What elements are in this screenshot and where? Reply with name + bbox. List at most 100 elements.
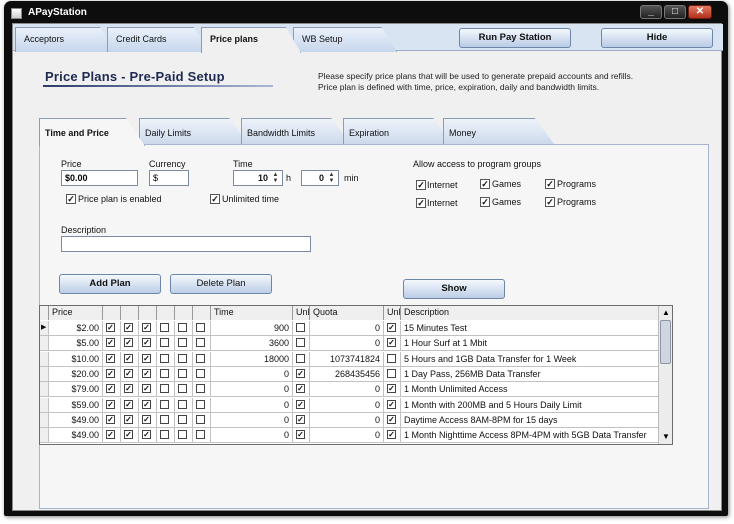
title-bar[interactable]: APayStation _ □ ✕ [4, 1, 728, 25]
cell-checkbox[interactable]: ✓ [139, 397, 157, 413]
cell-description[interactable]: 1 Month with 200MB and 5 Hours Daily Lim… [401, 397, 660, 413]
unchecked-checkbox[interactable] [196, 338, 205, 348]
cell-checkbox[interactable] [157, 366, 175, 382]
checked-checkbox[interactable]: ✓ [106, 323, 115, 332]
cell-checkbox[interactable]: ✓ [121, 351, 139, 367]
hours-stepper[interactable]: 10 ▲ ▼ [233, 170, 283, 186]
cell-checkbox[interactable] [157, 351, 175, 367]
checked-checkbox[interactable]: ✓ [296, 384, 305, 394]
cell-checkbox[interactable] [175, 428, 193, 444]
cell-checkbox[interactable]: ✓ [139, 412, 157, 428]
col-time-unl-header[interactable]: Unl [293, 306, 310, 320]
checked-checkbox[interactable]: ✓ [142, 384, 151, 394]
col-quota-unl-header[interactable]: Unl [384, 306, 401, 320]
cell-checkbox[interactable] [193, 366, 211, 382]
cell-checkbox[interactable] [175, 351, 193, 367]
checked-checkbox[interactable]: ✓ [387, 338, 396, 348]
cell-checkbox[interactable]: ✓ [139, 351, 157, 367]
checked-checkbox[interactable]: ✓ [296, 368, 305, 378]
cell-checkbox[interactable]: ✓ [121, 397, 139, 413]
cell-description[interactable]: 15 Minutes Test [401, 321, 660, 336]
tab-expiration[interactable]: Expiration [343, 118, 453, 145]
cell-checkbox[interactable]: ✓ [103, 336, 121, 352]
unchecked-checkbox[interactable] [160, 399, 169, 409]
checked-checkbox[interactable]: ✓ [387, 323, 396, 332]
unchecked-checkbox[interactable] [160, 323, 169, 332]
unchecked-checkbox[interactable] [196, 384, 205, 394]
minimize-button[interactable]: _ [640, 5, 662, 19]
cell-quota[interactable]: 0 [310, 397, 384, 413]
checked-checkbox[interactable]: ✓ [142, 414, 151, 424]
minutes-stepper[interactable]: 0 ▲ ▼ [301, 170, 339, 186]
cell-checkbox[interactable] [193, 382, 211, 398]
row-indicator[interactable] [40, 336, 49, 352]
cell-checkbox[interactable] [175, 412, 193, 428]
scroll-down-icon[interactable]: ▼ [660, 431, 672, 443]
unchecked-checkbox[interactable] [196, 368, 205, 378]
checked-checkbox[interactable]: ✓ [106, 353, 115, 363]
unchecked-checkbox[interactable] [178, 384, 187, 394]
cell-checkbox[interactable]: ✓ [103, 397, 121, 413]
unchecked-checkbox[interactable] [178, 368, 187, 378]
unchecked-checkbox[interactable] [387, 368, 396, 378]
unchecked-checkbox[interactable] [160, 338, 169, 348]
col-price-header[interactable]: Price [49, 306, 103, 320]
checked-checkbox[interactable]: ✓ [124, 384, 133, 394]
cell-checkbox[interactable]: ✓ [121, 366, 139, 382]
cell-quota[interactable]: 0 [310, 382, 384, 398]
tab-credit-cards[interactable]: Credit Cards [107, 27, 209, 52]
unchecked-checkbox[interactable] [178, 353, 187, 363]
cell-checkbox[interactable]: ✓ [103, 366, 121, 382]
cell-description[interactable]: 1 Month Nighttime Access 8PM-4PM with 5G… [401, 428, 660, 444]
cell-checkbox[interactable] [293, 321, 310, 336]
delete-plan-button[interactable]: Delete Plan [170, 274, 272, 294]
tab-price-plans[interactable]: Price plans [201, 27, 301, 53]
currency-input[interactable]: $ [149, 170, 189, 186]
cell-checkbox[interactable] [384, 366, 401, 382]
cell-quota[interactable]: 1073741824 [310, 351, 384, 367]
cell-checkbox[interactable]: ✓ [103, 351, 121, 367]
cell-checkbox[interactable]: ✓ [121, 382, 139, 398]
unchecked-checkbox[interactable] [160, 414, 169, 424]
unchecked-checkbox[interactable] [196, 399, 205, 409]
checked-checkbox[interactable]: ✓ [124, 353, 133, 363]
checked-checkbox[interactable]: ✓ [142, 399, 151, 409]
close-button[interactable]: ✕ [688, 5, 712, 19]
unchecked-checkbox[interactable] [196, 414, 205, 424]
hide-button[interactable]: Hide [601, 28, 713, 48]
unchecked-checkbox[interactable] [178, 414, 187, 424]
cell-checkbox[interactable] [157, 382, 175, 398]
checked-checkbox[interactable]: ✓ [142, 430, 151, 440]
cell-checkbox[interactable] [157, 321, 175, 336]
tab-daily-limits[interactable]: Daily Limits [139, 118, 249, 145]
group-games-checkbox[interactable]: ✓ [480, 197, 490, 207]
cell-checkbox[interactable]: ✓ [384, 412, 401, 428]
cell-quota[interactable]: 268435456 [310, 366, 384, 382]
cell-checkbox[interactable]: ✓ [384, 428, 401, 444]
col-flag1-header[interactable] [103, 306, 121, 320]
cell-time[interactable]: 900 [211, 321, 293, 336]
unchecked-checkbox[interactable] [296, 338, 305, 348]
checked-checkbox[interactable]: ✓ [124, 414, 133, 424]
checked-checkbox[interactable]: ✓ [106, 430, 115, 440]
stepper-arrows-icon[interactable]: ▲ ▼ [270, 172, 281, 184]
cell-checkbox[interactable] [157, 412, 175, 428]
cell-checkbox[interactable] [293, 351, 310, 367]
group-internet-checkbox[interactable]: ✓ [416, 180, 426, 190]
show-button[interactable]: Show [403, 279, 505, 299]
row-indicator[interactable] [40, 382, 49, 398]
cell-quota[interactable]: 0 [310, 336, 384, 352]
cell-checkbox[interactable]: ✓ [121, 321, 139, 336]
col-quota-header[interactable]: Quota [310, 306, 384, 320]
add-plan-button[interactable]: Add Plan [59, 274, 161, 294]
unchecked-checkbox[interactable] [387, 353, 396, 363]
cell-checkbox[interactable]: ✓ [384, 382, 401, 398]
tab-wb-setup[interactable]: WB Setup [293, 27, 397, 52]
cell-checkbox[interactable]: ✓ [103, 321, 121, 336]
maximize-button[interactable]: □ [664, 5, 686, 19]
cell-price[interactable]: $5.00 [49, 336, 103, 352]
tab-money[interactable]: Money [443, 118, 555, 145]
unchecked-checkbox[interactable] [196, 323, 205, 332]
checked-checkbox[interactable]: ✓ [142, 368, 151, 378]
row-indicator[interactable] [40, 366, 49, 382]
